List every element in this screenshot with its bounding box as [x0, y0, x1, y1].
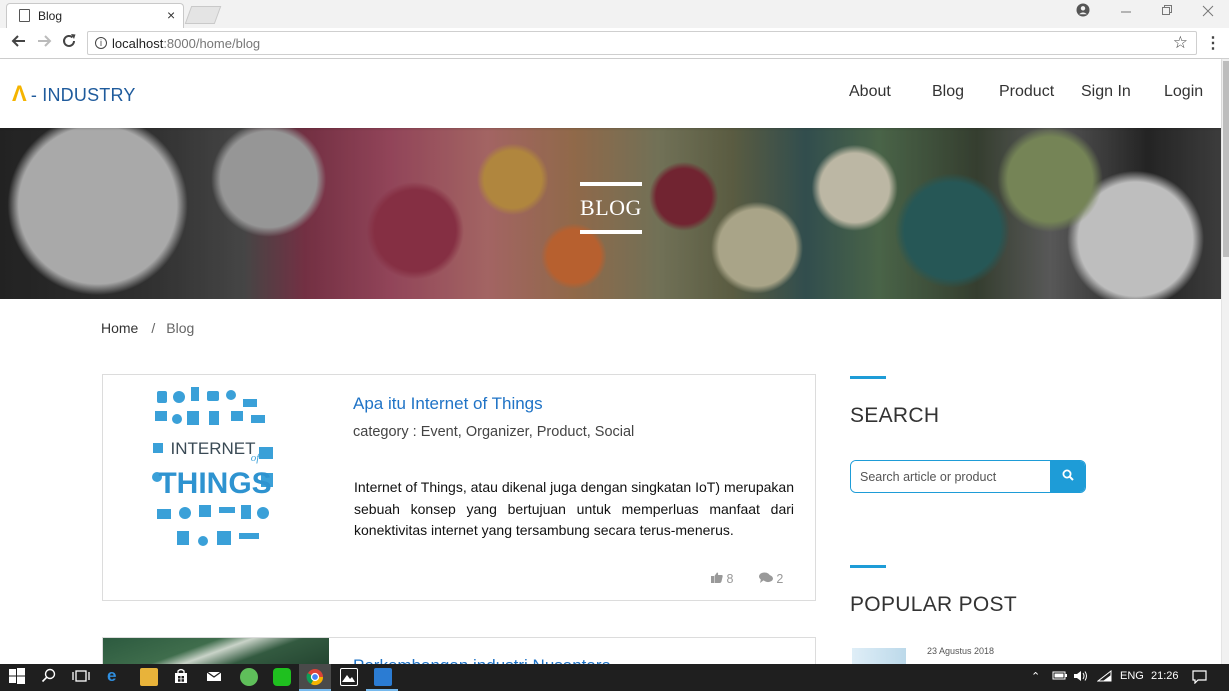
- comment-count[interactable]: 2: [758, 572, 794, 586]
- site-header: Λ- INDUSTRY About Blog Product Sign In L…: [0, 59, 1221, 128]
- like-count[interactable]: 8: [711, 572, 748, 586]
- search-button[interactable]: [1050, 461, 1085, 492]
- search-form: [850, 460, 1086, 493]
- wifi-icon[interactable]: [1096, 669, 1112, 685]
- post-stats: 8 2: [711, 572, 805, 586]
- post-thumbnail[interactable]: INTERNET of THINGS: [147, 381, 285, 567]
- popular-accent-rule: [850, 565, 886, 568]
- post-excerpt: Internet of Things, atau dikenal juga de…: [354, 479, 794, 538]
- thumbs-up-icon: [711, 572, 723, 583]
- nav-login[interactable]: Login: [1164, 83, 1203, 101]
- thumb-text-internet: INTERNET: [171, 439, 256, 458]
- comments-icon: [758, 572, 773, 583]
- browser-menu-icon[interactable]: ⋮: [1205, 33, 1221, 53]
- logo-text: - INDUSTRY: [30, 85, 136, 105]
- chrome-taskbar-button[interactable]: [299, 664, 331, 691]
- mail-icon[interactable]: [206, 668, 224, 686]
- forward-arrow-icon[interactable]: [36, 33, 52, 54]
- windows-start-icon[interactable]: [9, 668, 27, 686]
- browser-toolbar: i localhost:8000/home/blog ☆ ⋮: [0, 28, 1229, 59]
- post-category: category : Event, Organizer, Product, So…: [353, 424, 635, 440]
- comment-count-value: 2: [776, 572, 784, 586]
- like-count-value: 8: [726, 572, 734, 586]
- blog-post-card: INTERNET of THINGS Apa itu Internet of T…: [102, 374, 816, 601]
- photos-icon[interactable]: [340, 668, 358, 686]
- breadcrumb-home[interactable]: Home: [101, 320, 138, 336]
- language-indicator[interactable]: ENG: [1120, 670, 1144, 682]
- restore-icon[interactable]: [1161, 3, 1173, 20]
- battery-icon[interactable]: [1052, 670, 1068, 684]
- bookmark-star-icon[interactable]: ☆: [1173, 33, 1188, 53]
- task-view-icon[interactable]: [72, 668, 90, 686]
- volume-icon[interactable]: [1073, 670, 1089, 685]
- site-logo[interactable]: Λ- INDUSTRY: [12, 81, 136, 107]
- info-icon[interactable]: i: [95, 37, 107, 49]
- page-icon: [19, 9, 30, 22]
- close-window-icon[interactable]: [1202, 3, 1214, 20]
- search-icon: [1062, 469, 1074, 481]
- tray-chevron-icon[interactable]: ⌃: [1031, 670, 1040, 683]
- notifications-icon[interactable]: [1192, 670, 1207, 687]
- windows-taskbar: e ⌃ ENG 21:26: [0, 664, 1229, 691]
- scrollbar-thumb[interactable]: [1223, 61, 1229, 257]
- address-bar[interactable]: i localhost:8000/home/blog ☆: [87, 31, 1197, 55]
- new-tab-button[interactable]: [184, 6, 222, 24]
- back-arrow-icon[interactable]: [11, 33, 27, 54]
- thumb-text-things: THINGS: [158, 467, 271, 500]
- line-app-icon[interactable]: [273, 668, 291, 686]
- browser-tab-strip: Blog ×: [0, 0, 1229, 28]
- profile-icon[interactable]: [1076, 3, 1090, 20]
- reload-icon[interactable]: [61, 33, 77, 54]
- clock[interactable]: 21:26: [1151, 670, 1179, 682]
- nav-blog[interactable]: Blog: [932, 83, 964, 101]
- breadcrumb-separator: /: [151, 320, 156, 336]
- nav-sign-in[interactable]: Sign In: [1081, 83, 1131, 101]
- word-doc-icon[interactable]: [374, 668, 392, 686]
- search-input[interactable]: [851, 461, 1050, 492]
- url-text: localhost:8000/home/blog: [112, 36, 261, 51]
- file-explorer-icon[interactable]: [140, 668, 158, 686]
- post-title-link[interactable]: Apa itu Internet of Things: [353, 394, 543, 414]
- popular-post-heading: POPULAR POST: [850, 593, 1017, 616]
- store-icon[interactable]: [173, 668, 191, 686]
- hero-title: BLOG: [580, 195, 642, 220]
- popular-post-date: 23 Agustus 2018: [927, 646, 995, 656]
- hero-banner: BLOG: [0, 128, 1221, 299]
- logo-mark: Λ: [12, 81, 27, 106]
- tab-close-icon[interactable]: ×: [167, 7, 175, 23]
- chat-app-icon[interactable]: [240, 668, 258, 686]
- page-scrollbar[interactable]: [1221, 59, 1229, 664]
- nav-product[interactable]: Product: [999, 83, 1054, 101]
- breadcrumb-current: Blog: [166, 320, 195, 336]
- browser-tab[interactable]: Blog ×: [6, 3, 184, 28]
- search-heading: SEARCH: [850, 404, 940, 427]
- breadcrumb: Home / Blog: [101, 320, 194, 336]
- hero-heading: BLOG: [580, 182, 642, 234]
- chrome-icon: [306, 669, 324, 686]
- popular-post-thumbnail[interactable]: [852, 648, 906, 664]
- minimize-icon[interactable]: [1120, 3, 1132, 20]
- hero-bottom-rule: [580, 230, 642, 234]
- tab-title: Blog: [38, 9, 63, 23]
- edge-browser-icon[interactable]: e: [107, 666, 125, 685]
- search-accent-rule: [850, 376, 886, 379]
- search-taskbar-icon[interactable]: [41, 668, 59, 686]
- nav-about[interactable]: About: [849, 83, 891, 101]
